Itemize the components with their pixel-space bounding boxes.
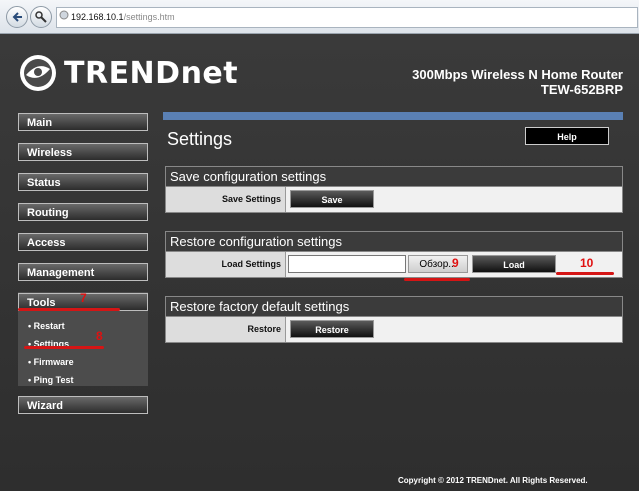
tools-sub-restart-label: Restart — [33, 321, 65, 331]
page-title: Settings — [167, 129, 233, 149]
router-model-title: 300Mbps Wireless N Home Router TEW-652BR… — [412, 67, 623, 97]
browse-button[interactable]: Обзор... — [408, 255, 468, 273]
url-path: /settings.htm — [123, 12, 175, 22]
url-host: 192.168.10.1 — [71, 12, 124, 22]
restore-config-section-row: Load Settings Обзор... Load — [165, 251, 623, 278]
sidebar-item-main[interactable]: Main — [18, 113, 148, 131]
help-button[interactable]: Help — [525, 127, 609, 145]
save-section-heading: Save configuration settings — [165, 166, 623, 186]
annotation-8: 8 — [96, 329, 103, 343]
trendnet-logo-icon — [20, 55, 56, 91]
arrow-left-icon — [12, 12, 22, 22]
router-title-line2: TEW-652BRP — [540, 82, 623, 97]
globe-icon — [57, 8, 71, 27]
save-settings-label: Save Settings — [166, 187, 286, 212]
sidebar-item-wireless[interactable]: Wireless — [18, 143, 148, 161]
restore-label: Restore — [166, 317, 286, 342]
brand-logo: TRENDnet — [18, 52, 238, 94]
wrench-icon — [35, 11, 47, 23]
save-section-row: Save Settings Save — [165, 186, 623, 213]
router-title-line1: 300Mbps Wireless N Home Router — [412, 67, 623, 82]
tools-sub-firmware-label: Firmware — [33, 357, 74, 367]
annotation-7-underline — [18, 308, 120, 311]
logo-text: TRENDnet — [64, 55, 239, 91]
sidebar-item-access[interactable]: Access — [18, 233, 148, 251]
factory-section-row: Restore Restore — [165, 316, 623, 343]
annotation-7: 7 — [80, 291, 87, 305]
annotation-10: 10 — [580, 256, 594, 270]
browser-address-bar: 192.168.10.1/settings.htm — [0, 0, 639, 34]
tools-sub-ping-test-label: Ping Test — [33, 375, 74, 385]
annotation-10-underline — [556, 272, 614, 275]
annotation-9: 9 — [452, 256, 459, 270]
copyright-text: Copyright © 2012 TRENDnet. All Rights Re… — [398, 476, 588, 485]
annotation-8-underline — [24, 346, 104, 349]
restore-config-section-heading: Restore configuration settings — [165, 231, 623, 251]
sidebar-item-routing[interactable]: Routing — [18, 203, 148, 221]
tools-button[interactable] — [30, 6, 52, 28]
factory-section-heading: Restore factory default settings — [165, 296, 623, 316]
tools-sub-restart[interactable]: • Restart — [28, 316, 65, 334]
annotation-9-underline — [404, 278, 470, 281]
tools-sub-firmware[interactable]: • Firmware — [28, 352, 74, 370]
sidebar-item-status[interactable]: Status — [18, 173, 148, 191]
back-button[interactable] — [6, 6, 28, 28]
sidebar-item-wizard[interactable]: Wizard — [18, 396, 148, 414]
restore-button[interactable]: Restore — [290, 320, 374, 338]
load-settings-label: Load Settings — [166, 252, 286, 277]
load-button[interactable]: Load — [472, 255, 556, 273]
config-file-input[interactable] — [288, 255, 406, 273]
tools-sub-ping-test[interactable]: • Ping Test — [28, 370, 74, 388]
sidebar-item-management[interactable]: Management — [18, 263, 148, 281]
tools-sub-settings[interactable]: • Settings — [28, 334, 69, 352]
url-input[interactable]: 192.168.10.1/settings.htm — [56, 7, 638, 28]
main-accent-bar — [163, 112, 623, 120]
save-button[interactable]: Save — [290, 190, 374, 208]
